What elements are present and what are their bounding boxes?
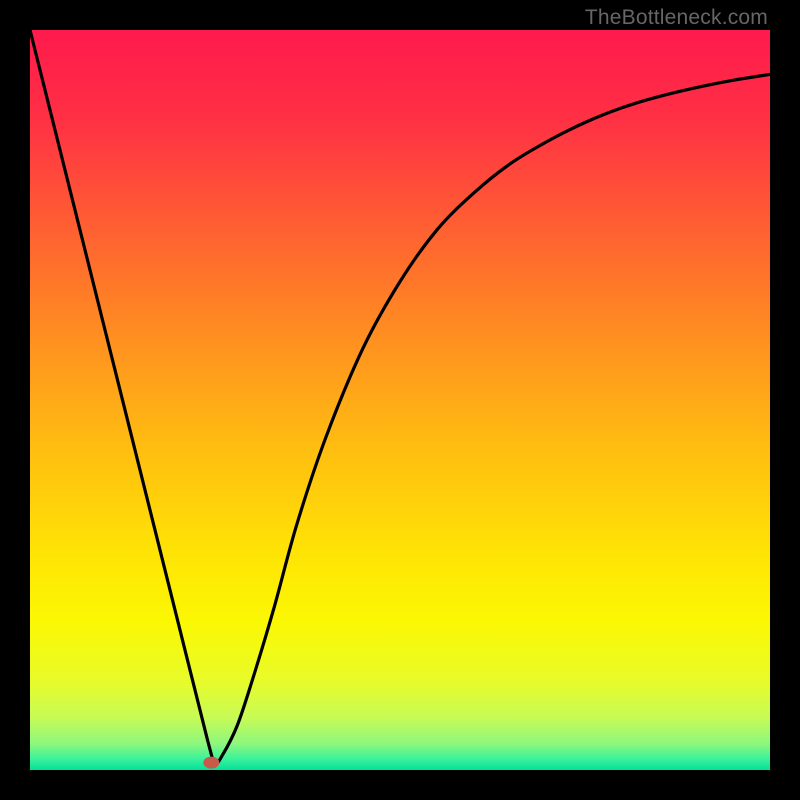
optimal-point-marker <box>203 757 219 769</box>
bottleneck-curve <box>30 30 770 763</box>
chart-svg <box>30 30 770 770</box>
watermark-text: TheBottleneck.com <box>585 6 768 30</box>
